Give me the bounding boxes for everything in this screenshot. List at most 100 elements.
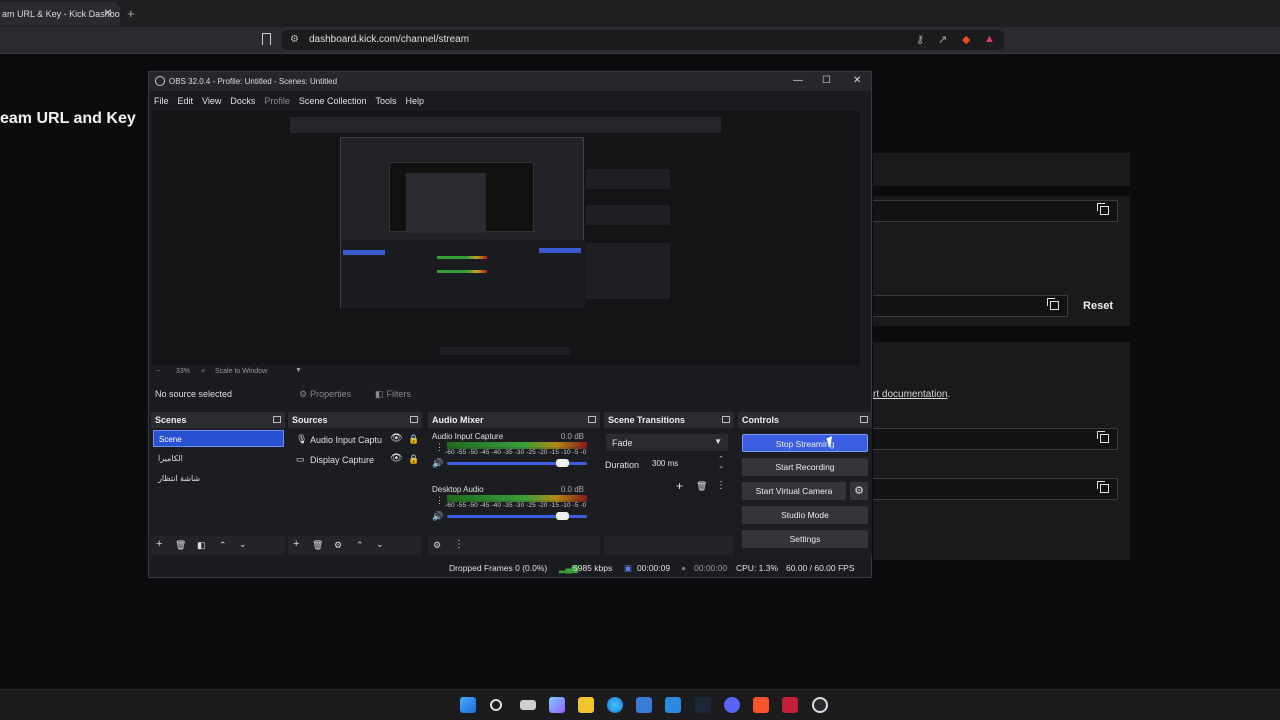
brave-icon[interactable] (753, 697, 769, 713)
speaker-icon[interactable]: 🔊 (432, 511, 443, 522)
lock-icon[interactable]: 🔒 (408, 454, 419, 465)
dock-header[interactable]: Sources (288, 412, 422, 428)
search-icon[interactable] (490, 699, 502, 711)
address-bar[interactable]: ⚙ dashboard.kick.com/channel/stream ⚷ ↗ … (282, 30, 1004, 50)
password-key-icon[interactable]: ⚷ (916, 33, 924, 46)
filter-icon[interactable]: ◧ (197, 540, 206, 551)
volume-slider-handle[interactable] (556, 459, 569, 467)
start-icon[interactable] (460, 697, 476, 713)
zoom-in-button[interactable]: + (201, 368, 205, 375)
new-tab-button[interactable]: + (127, 6, 135, 21)
ingest-field[interactable] (873, 428, 1118, 450)
doc-link-text[interactable]: documentation (882, 389, 948, 400)
undock-icon[interactable] (588, 416, 596, 423)
zoom-out-button[interactable]: − (156, 368, 160, 375)
filters-button[interactable]: ◧ Filters (375, 386, 411, 402)
stop-streaming-button[interactable]: Stop Streaming (742, 434, 868, 452)
add-icon[interactable]: + (156, 538, 162, 550)
chevron-down-icon[interactable]: ⌄ (718, 462, 724, 470)
menu-help[interactable]: Help (405, 96, 424, 106)
bookmark-icon[interactable] (262, 33, 271, 45)
menu-view[interactable]: View (202, 96, 221, 106)
undock-icon[interactable] (722, 416, 730, 423)
speaker-icon[interactable]: 🔊 (432, 458, 443, 469)
visibility-icon[interactable]: 👁 (390, 433, 403, 444)
mail-icon[interactable] (665, 697, 681, 713)
task-view-icon[interactable] (520, 700, 536, 710)
more-vertical-icon[interactable]: ⋮ (454, 539, 464, 550)
site-info-icon[interactable]: ⚙ (290, 34, 299, 45)
menu-edit[interactable]: Edit (178, 96, 194, 106)
brave-rewards-icon[interactable]: ▲ (984, 33, 995, 45)
copy-icon[interactable] (1097, 431, 1109, 443)
menu-docks[interactable]: Docks (230, 96, 255, 106)
visibility-icon[interactable]: 👁 (390, 453, 403, 464)
share-icon[interactable]: ↗ (938, 33, 947, 46)
trash-icon[interactable]: 🗑 (312, 540, 323, 551)
transition-select[interactable]: Fade ▼ (606, 434, 728, 451)
chevron-down-icon[interactable]: ⌄ (376, 539, 384, 550)
copy-icon[interactable] (1047, 298, 1059, 310)
chevron-down-icon[interactable]: ▼ (295, 367, 302, 374)
widgets-icon[interactable] (549, 697, 565, 713)
scale-mode[interactable]: Scale to Window (215, 368, 267, 375)
undock-icon[interactable] (410, 416, 418, 423)
trash-icon[interactable]: 🗑 (175, 540, 186, 551)
dock-header[interactable]: Scene Transitions (604, 412, 734, 428)
more-vertical-icon[interactable]: ⋮ (716, 480, 726, 491)
preview-area[interactable] (152, 111, 860, 365)
menu-scene-collection[interactable]: Scene Collection (299, 96, 367, 106)
chevron-up-icon[interactable]: ⌃ (219, 540, 227, 551)
scene-item[interactable]: الكاميرا (153, 450, 284, 467)
scene-item[interactable]: شاشة انتظار (153, 470, 284, 487)
dock-header[interactable]: Audio Mixer (428, 412, 600, 428)
source-item[interactable]: ▭ Display Capture 👁 🔒 (290, 451, 422, 468)
maximize-icon[interactable]: ☐ (822, 75, 831, 86)
studio-mode-button[interactable]: Studio Mode (742, 506, 868, 524)
duration-input[interactable]: 300 ms ⌃ ⌄ (648, 455, 728, 472)
menu-profile[interactable]: Profile (264, 96, 290, 106)
start-recording-button[interactable]: Start Recording (742, 458, 868, 476)
menu-tools[interactable]: Tools (375, 96, 396, 106)
more-vertical-icon[interactable]: ⋮ (435, 495, 444, 506)
obs-icon[interactable] (812, 697, 828, 713)
minimize-icon[interactable]: — (793, 75, 803, 86)
brave-shield-icon[interactable]: ◆ (962, 33, 970, 46)
chevron-up-icon[interactable]: ⌃ (356, 540, 364, 551)
documentation-link[interactable]: rt documentation. (873, 389, 950, 400)
store-icon[interactable] (636, 697, 652, 713)
more-vertical-icon[interactable]: ⋮ (435, 442, 444, 453)
url-text[interactable]: dashboard.kick.com/channel/stream (309, 34, 469, 45)
source-item[interactable]: 🎙 Audio Input Captu 👁 🔒 (290, 431, 422, 448)
copy-icon[interactable] (1097, 481, 1109, 493)
close-icon[interactable]: ✕ (853, 75, 861, 86)
stream-url-field[interactable] (873, 200, 1118, 222)
discord-icon[interactable] (724, 697, 740, 713)
ingest-field[interactable] (873, 478, 1118, 500)
volume-slider-handle[interactable] (556, 512, 569, 520)
advanced-audio-icon[interactable]: ⚙ (433, 540, 441, 551)
start-virtual-camera-button[interactable]: Start Virtual Camera (742, 482, 846, 500)
lock-icon[interactable]: 🔒 (408, 434, 419, 445)
edge-icon[interactable] (607, 697, 623, 713)
trash-icon[interactable]: 🗑 (696, 481, 707, 492)
tab-close-icon[interactable]: ✕ (104, 8, 112, 19)
add-icon[interactable]: + (293, 538, 299, 550)
browser-tab[interactable]: am URL & Key - Kick Dashbo ✕ (0, 2, 120, 26)
virtual-camera-settings-icon[interactable]: ⚙ (850, 482, 868, 500)
undock-icon[interactable] (860, 416, 868, 423)
reset-button[interactable]: Reset (1071, 295, 1125, 317)
undock-icon[interactable] (273, 416, 281, 423)
gear-icon[interactable]: ⚙ (334, 540, 342, 551)
obs-titlebar[interactable]: OBS 32.0.4 - Profile: Untitled - Scenes:… (149, 72, 871, 91)
chevron-down-icon[interactable]: ⌄ (239, 539, 247, 550)
dock-header[interactable]: Controls (738, 412, 872, 428)
menu-file[interactable]: File (154, 96, 169, 106)
file-explorer-icon[interactable] (578, 697, 594, 713)
app-icon[interactable] (782, 697, 798, 713)
stream-key-field[interactable] (873, 295, 1068, 317)
dock-header[interactable]: Scenes (151, 412, 285, 428)
steam-icon[interactable] (695, 697, 711, 713)
scene-item[interactable]: Scene (153, 430, 284, 447)
copy-icon[interactable] (1097, 203, 1109, 215)
